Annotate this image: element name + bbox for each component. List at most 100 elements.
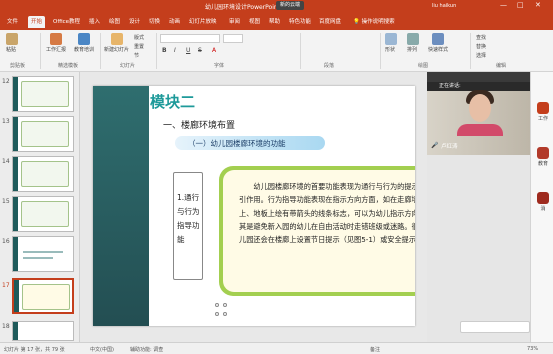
- slide-thumbnail[interactable]: [12, 321, 74, 341]
- minimize-button[interactable]: —: [500, 1, 507, 9]
- accessibility-indicator[interactable]: 辅助功能: 调查: [130, 346, 163, 353]
- new-slide-button[interactable]: 新建幻灯片: [104, 33, 129, 53]
- selection-handle[interactable]: [223, 303, 227, 307]
- select-button[interactable]: 选择: [476, 52, 486, 59]
- slide-thumbnail[interactable]: [12, 116, 74, 152]
- slide-number: 14: [2, 158, 10, 165]
- arrange-button[interactable]: 排列: [407, 33, 419, 53]
- microphone-icon: 🎤: [431, 142, 439, 149]
- content-text[interactable]: 幼儿园楼廊环境的首要功能表现为通行与行为的提示和指引作用。行为指导功能表现在指示…: [239, 180, 415, 246]
- template-icon: [78, 33, 90, 45]
- tab-help[interactable]: 帮助: [266, 16, 283, 28]
- tab-office-tutorial[interactable]: Office教程: [50, 16, 83, 28]
- replace-button[interactable]: 替换: [476, 43, 486, 50]
- function-label: 1.通行与行为指导功能: [177, 193, 200, 244]
- selection-handle[interactable]: [215, 303, 219, 307]
- section-button[interactable]: 节: [134, 52, 139, 59]
- italic-button[interactable]: I: [174, 47, 176, 54]
- video-toolbar[interactable]: [427, 72, 530, 82]
- tab-animations[interactable]: 动画: [166, 16, 183, 28]
- work-summary-button[interactable]: 工作汇报: [46, 33, 66, 53]
- shapes-icon: [385, 33, 397, 45]
- quick-styles-button[interactable]: 快速样式: [428, 33, 448, 53]
- clipboard-icon: [6, 33, 18, 45]
- reset-button[interactable]: 重置: [134, 43, 144, 50]
- tab-view[interactable]: 视图: [246, 16, 263, 28]
- language-indicator[interactable]: 中文(中国): [90, 346, 114, 353]
- bold-button[interactable]: B: [162, 47, 167, 54]
- slide-thumbnail-selected[interactable]: [12, 278, 74, 314]
- strike-button[interactable]: S: [198, 47, 202, 54]
- font-name-select[interactable]: [160, 34, 220, 43]
- maximize-button[interactable]: □: [517, 1, 524, 9]
- side-item-work[interactable]: 工作: [533, 102, 553, 122]
- section-title[interactable]: 一、楼廊环境布置: [163, 118, 235, 131]
- slide-number: 12: [2, 78, 10, 85]
- group-label-slides: 幻灯片: [120, 63, 136, 69]
- layout-button[interactable]: 版式: [134, 34, 144, 41]
- slide-thumbnail[interactable]: [12, 196, 74, 232]
- tab-slideshow[interactable]: 幻灯片放映: [186, 16, 220, 28]
- tab-insert[interactable]: 插入: [86, 16, 103, 28]
- subsection-title[interactable]: （一）幼儿园楼廊环境的功能: [188, 138, 286, 149]
- arrange-icon: [407, 33, 419, 45]
- group-label-paragraph: 段落: [324, 63, 335, 69]
- side-item-education[interactable]: 教育: [533, 147, 553, 167]
- tab-file[interactable]: 文件: [4, 16, 21, 28]
- selection-handle[interactable]: [215, 312, 219, 316]
- notes-button[interactable]: 备注: [370, 346, 380, 353]
- tab-draw[interactable]: 绘图: [106, 16, 123, 28]
- tab-review[interactable]: 审阅: [226, 16, 243, 28]
- lightbulb-icon: 💡: [353, 19, 360, 25]
- recording-indicator: 新的云端: [276, 1, 304, 10]
- font-size-select[interactable]: [223, 34, 243, 43]
- close-button[interactable]: ✕: [535, 1, 541, 9]
- tab-home[interactable]: 开始: [28, 16, 46, 28]
- tab-baidu-netdisk[interactable]: 百度网盘: [316, 16, 344, 28]
- selection-handle[interactable]: [223, 312, 227, 316]
- shapes-button[interactable]: 形状: [385, 33, 397, 53]
- search-label: 操作说明搜索: [361, 19, 395, 25]
- speaking-caption: 正在讲话:: [439, 83, 461, 89]
- window-title: 幼儿园环境设计PowerPoint: [205, 4, 281, 11]
- side-item-news[interactable]: 消: [533, 192, 553, 212]
- content-box[interactable]: 幼儿园楼廊环境的首要功能表现为通行与行为的提示和指引作用。行为指导功能表现在指示…: [219, 166, 415, 296]
- styles-icon: [432, 33, 444, 45]
- slide-number: 13: [2, 118, 10, 125]
- underline-button[interactable]: U: [186, 47, 190, 54]
- tab-features[interactable]: 特色功能: [286, 16, 314, 28]
- current-slide[interactable]: 模块二 一、楼廊环境布置 （一）幼儿园楼廊环境的功能 1.通行与行为指导功能 幼…: [93, 86, 415, 326]
- slide-heading[interactable]: 模块二: [150, 91, 195, 112]
- slide-thumbnail-panel[interactable]: 12 13 14 15 16 17 18: [0, 72, 80, 342]
- briefcase-icon: [537, 102, 549, 114]
- tab-transitions[interactable]: 切换: [146, 16, 163, 28]
- slide-number: 17: [2, 282, 10, 289]
- tab-search[interactable]: 💡 操作说明搜索: [350, 16, 398, 28]
- participant-shirt: [457, 124, 503, 136]
- user-name[interactable]: liu haikun: [432, 3, 456, 9]
- zoom-level[interactable]: 73%: [527, 346, 538, 352]
- group-label-editing: 编辑: [496, 63, 507, 69]
- group-label-font: 字体: [214, 63, 225, 69]
- ribbon: 粘贴 工作汇报 教育培训 新建幻灯片 版式 重置 节 B I U S A 形状 …: [0, 30, 553, 72]
- slide-editor[interactable]: 模块二 一、楼廊环境布置 （一）幼儿园楼廊环境的功能 1.通行与行为指导功能 幼…: [80, 72, 427, 342]
- floating-toolbar[interactable]: [460, 321, 530, 333]
- teaching-materials-button[interactable]: 教育培训: [74, 33, 94, 53]
- font-color-button[interactable]: A: [212, 47, 216, 54]
- slide-thumbnail[interactable]: [12, 236, 74, 272]
- slide-thumbnail[interactable]: [12, 156, 74, 192]
- slide-number: 16: [2, 238, 10, 245]
- divider: [156, 33, 157, 69]
- divider: [470, 33, 471, 69]
- slide-thumbnail[interactable]: [12, 76, 74, 112]
- find-button[interactable]: 查找: [476, 34, 486, 41]
- ribbon-tabs: 文件 开始 Office教程 插入 绘图 设计 切换 动画 幻灯片放映 审阅 视…: [0, 14, 553, 30]
- meeting-video-window[interactable]: 正在讲话: 🎤 卢红涛: [427, 72, 530, 155]
- tab-design[interactable]: 设计: [126, 16, 143, 28]
- paste-button[interactable]: 粘贴: [6, 33, 18, 53]
- group-label-clipboard: 剪贴板: [10, 63, 26, 69]
- divider: [300, 33, 301, 69]
- function-label-box[interactable]: 1.通行与行为指导功能: [173, 172, 203, 280]
- title-bar: 幼儿园环境设计PowerPoint 新的云端 liu haikun — □ ✕: [0, 0, 553, 14]
- template-icon: [50, 33, 62, 45]
